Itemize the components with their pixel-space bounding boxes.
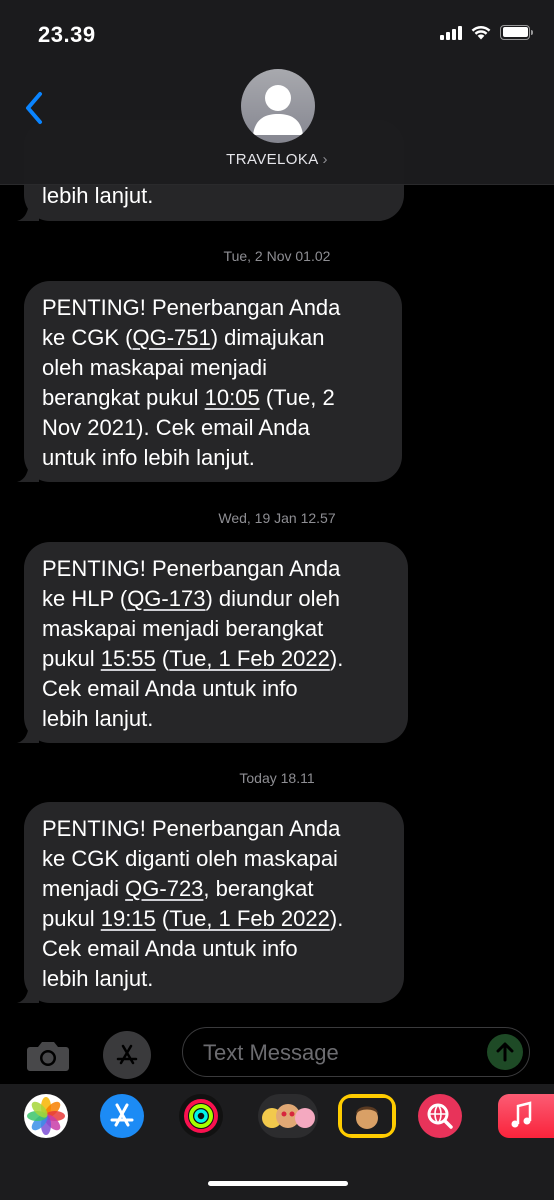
message-line: pukul 19:15 (Tue, 1 Feb 2022). — [42, 904, 386, 934]
message-text: lebih lanjut. — [42, 183, 154, 208]
camera-icon[interactable] — [24, 1037, 72, 1073]
contact-name-row[interactable]: TRAVELOKA › — [0, 151, 554, 168]
message-text: Nov 2021). Cek email Anda — [42, 415, 310, 440]
message-line: Cek email Anda untuk info — [42, 934, 386, 964]
message-link[interactable]: 15:55 — [101, 646, 156, 671]
message-line: oleh maskapai menjadi — [42, 353, 384, 383]
music-icon[interactable] — [498, 1094, 554, 1138]
message-link[interactable]: 19:15 — [101, 906, 156, 931]
message-line: lebih lanjut. — [42, 704, 390, 734]
web-search-icon[interactable] — [418, 1094, 462, 1138]
message-text: lebih lanjut. — [42, 706, 154, 731]
message-text: PENTING! Penerbangan Anda — [42, 816, 341, 841]
message-text: pukul — [42, 646, 101, 671]
message-text: PENTING! Penerbangan Anda — [42, 295, 341, 320]
message-text: ) dimajukan — [210, 325, 325, 350]
message-text: Cek email Anda untuk info — [42, 676, 298, 701]
message-text: PENTING! Penerbangan Anda — [42, 556, 341, 581]
person-silhouette-icon — [253, 85, 303, 135]
app-store-a-icon — [116, 1044, 138, 1065]
send-button[interactable] — [487, 1034, 523, 1070]
message-line: lebih lanjut. — [42, 181, 386, 211]
message-line: PENTING! Penerbangan Anda — [42, 554, 390, 584]
message-line: maskapai menjadi berangkat — [42, 614, 390, 644]
message-line: menjadi QG-723, berangkat — [42, 874, 386, 904]
message-line: ke CGK diganti oleh maskapai — [42, 844, 386, 874]
message-line: PENTING! Penerbangan Anda — [42, 814, 386, 844]
message-line: ke HLP (QG-173) diundur oleh — [42, 584, 390, 614]
message-timestamp: Wed, 19 Jan 12.57 — [218, 510, 336, 526]
message-link[interactable]: QG-723 — [125, 876, 203, 901]
message-line: lebih lanjut. — [42, 964, 386, 994]
message-link[interactable]: QG-173 — [127, 586, 205, 611]
message-text: ( — [155, 646, 170, 671]
message-link[interactable]: Tue, 1 Feb 2022 — [169, 646, 330, 671]
home-indicator — [208, 1181, 348, 1186]
chevron-right-icon: › — [322, 151, 328, 168]
message-text: Cek email Anda untuk info — [42, 936, 298, 961]
message-text: , berangkat — [203, 876, 314, 901]
app-store-button[interactable] — [103, 1031, 151, 1079]
message-text: lebih lanjut. — [42, 966, 154, 991]
message-line: PENTING! Penerbangan Anda — [42, 293, 384, 323]
message-text: ). — [329, 906, 344, 931]
contact-name: TRAVELOKA — [226, 151, 318, 168]
message-text: ke HLP ( — [42, 586, 128, 611]
memoji-icon[interactable] — [338, 1094, 396, 1138]
message-text: menjadi — [42, 876, 126, 901]
message-line: berangkat pukul 10:05 (Tue, 2 — [42, 383, 384, 413]
contact-avatar[interactable] — [241, 69, 315, 143]
message-text: ( — [155, 906, 170, 931]
message-line: Cek email Anda untuk info — [42, 674, 390, 704]
status-icons — [440, 24, 533, 40]
message-link[interactable]: Tue, 1 Feb 2022 — [169, 906, 330, 931]
message-bubble[interactable]: PENTING! Penerbangan Anda ke HLP (QG-173)… — [17, 542, 408, 743]
status-bar: 23.39 — [0, 0, 554, 60]
conversation-header: 23.39 TRAVELOKA › — [0, 0, 554, 185]
photos-icon[interactable] — [24, 1094, 68, 1138]
message-timestamp: Today 18.11 — [239, 770, 315, 786]
message-line: Nov 2021). Cek email Anda — [42, 413, 384, 443]
message-text-field[interactable]: Text Message — [182, 1027, 530, 1077]
message-link[interactable]: 10:05 — [205, 385, 260, 410]
message-line: pukul 15:55 (Tue, 1 Feb 2022). — [42, 644, 390, 674]
battery-icon — [500, 24, 533, 40]
message-text: ). — [329, 646, 344, 671]
message-timestamp: Tue, 2 Nov 01.02 — [223, 248, 331, 264]
bubble-tail — [17, 721, 39, 743]
message-text: (Tue, 2 — [259, 385, 335, 410]
message-bubble[interactable]: PENTING! Penerbangan Anda ke CGK (QG-751)… — [17, 281, 402, 482]
message-placeholder: Text Message — [203, 1040, 339, 1065]
message-line: ke CGK (QG-751) dimajukan — [42, 323, 384, 353]
bubble-tail — [17, 460, 39, 482]
message-text: pukul — [42, 906, 101, 931]
message-text: untuk info lebih lanjut. — [42, 445, 255, 470]
message-text: maskapai menjadi berangkat — [42, 616, 324, 641]
compose-bar: Text Message — [0, 1022, 554, 1084]
message-line: untuk info lebih lanjut. — [42, 443, 384, 473]
message-link[interactable]: QG-751 — [132, 325, 210, 350]
app-store-icon[interactable] — [100, 1094, 144, 1138]
message-bubble[interactable]: PENTING! Penerbangan Anda ke CGK diganti … — [17, 802, 404, 1003]
arrow-up-icon — [496, 1042, 514, 1062]
memoji-stickers-icon[interactable] — [258, 1094, 318, 1138]
cellular-signal-icon — [440, 24, 462, 40]
back-chevron-icon[interactable] — [20, 88, 50, 128]
message-text: oleh maskapai menjadi — [42, 355, 268, 380]
message-text: berangkat pukul — [42, 385, 205, 410]
activity-icon[interactable] — [179, 1094, 223, 1138]
message-text: ke CGK ( — [42, 325, 133, 350]
bubble-tail — [17, 981, 39, 1003]
message-text: ke CGK diganti oleh maskapai — [42, 846, 338, 871]
message-text: ) diundur oleh — [205, 586, 340, 611]
bubble-tail — [17, 199, 39, 221]
status-time: 23.39 — [38, 22, 96, 47]
wifi-icon — [471, 25, 491, 39]
